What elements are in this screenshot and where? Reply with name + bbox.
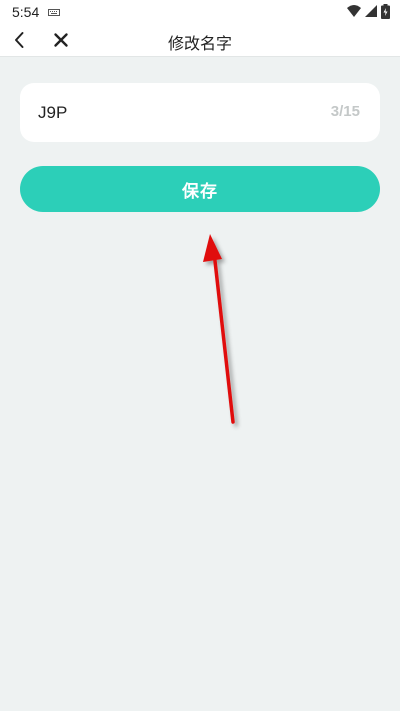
edit-name-screen: 5:54 修改名字 J9P 3/15 保存 xyxy=(0,0,400,711)
name-input-card: 3/15 xyxy=(20,83,380,142)
signal-icon xyxy=(365,5,378,17)
keyboard-icon xyxy=(48,9,60,16)
page-title: 修改名字 xyxy=(167,36,232,53)
save-button[interactable]: 保存 xyxy=(20,166,380,212)
app-bar: 修改名字 xyxy=(0,24,400,57)
character-counter: 3/15 xyxy=(330,103,360,120)
annotation-arrow xyxy=(203,234,235,424)
status-bar: 5:54 xyxy=(0,0,400,24)
status-icons xyxy=(347,4,390,20)
battery-icon xyxy=(381,4,390,19)
status-time: 5:54 xyxy=(12,4,40,20)
name-input[interactable] xyxy=(38,83,298,142)
wifi-icon xyxy=(347,5,362,17)
